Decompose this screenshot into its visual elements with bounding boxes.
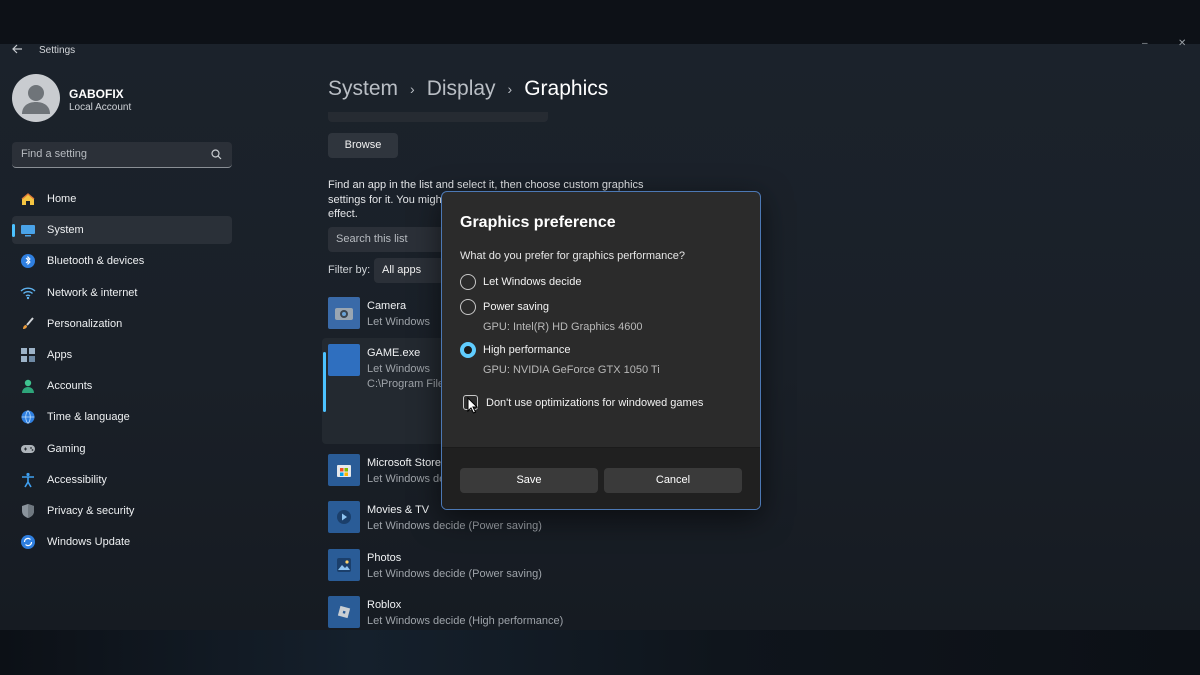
avatar[interactable] bbox=[12, 74, 60, 122]
game-tile-icon bbox=[328, 344, 360, 376]
breadcrumb-separator: › bbox=[507, 81, 513, 97]
cancel-button[interactable]: Cancel bbox=[604, 468, 742, 493]
home-icon bbox=[21, 193, 35, 205]
save-button[interactable]: Save bbox=[460, 468, 598, 493]
sidebar-item-bluetooth[interactable]: Bluetooth & devices bbox=[12, 247, 232, 275]
sidebar-item-system[interactable]: System bbox=[12, 216, 232, 245]
app-title: Settings bbox=[39, 45, 76, 56]
graphics-preference-dialog: Graphics preference What do you prefer f… bbox=[441, 191, 761, 510]
back-arrow-icon bbox=[12, 44, 22, 54]
sidebar-nav: Home System Bluetooth & devices Network … bbox=[12, 185, 232, 559]
back-button[interactable] bbox=[10, 42, 28, 58]
search-placeholder: Find a setting bbox=[21, 148, 88, 160]
app-row-photos[interactable]: Photos Let Windows decide (Power saving) bbox=[328, 549, 728, 589]
page-title: Graphics bbox=[524, 77, 609, 100]
update-icon bbox=[21, 535, 35, 550]
app-tile bbox=[328, 501, 360, 533]
user-silhouette-icon bbox=[22, 85, 50, 114]
movies-icon bbox=[337, 510, 351, 524]
sidebar-item-time-language[interactable]: Time & language bbox=[12, 403, 232, 431]
sidebar-item-accounts[interactable]: Accounts bbox=[12, 372, 232, 400]
sidebar-item-home[interactable]: Home bbox=[12, 185, 232, 213]
breadcrumb-separator: › bbox=[410, 81, 415, 97]
system-icon bbox=[21, 225, 35, 237]
high-performance-gpu: GPU: NVIDIA GeForce GTX 1050 Ti bbox=[483, 364, 660, 376]
search-icon bbox=[211, 149, 222, 160]
sidebar-item-windows-update[interactable]: Windows Update bbox=[12, 528, 232, 556]
bottom-background-band bbox=[0, 630, 1200, 675]
radio-circle bbox=[460, 274, 476, 290]
app-tile bbox=[328, 454, 360, 486]
app-row-roblox[interactable]: Roblox Let Windows decide (High performa… bbox=[328, 596, 728, 630]
radio-high-performance[interactable]: High performance bbox=[460, 342, 760, 358]
roblox-icon bbox=[337, 605, 351, 619]
sidebar-item-personalization[interactable]: Personalization bbox=[12, 310, 232, 338]
store-icon bbox=[337, 465, 351, 477]
radio-circle bbox=[460, 299, 476, 315]
breadcrumb: System › Display › Graphics bbox=[328, 77, 608, 101]
radio-circle-selected bbox=[460, 342, 476, 358]
selected-row-indicator bbox=[323, 352, 326, 412]
shield-icon bbox=[22, 503, 34, 518]
power-saving-gpu: GPU: Intel(R) HD Graphics 4600 bbox=[483, 321, 643, 333]
globe-icon bbox=[21, 410, 35, 425]
breadcrumb-display[interactable]: Display bbox=[427, 77, 496, 101]
sidebar-item-accessibility[interactable]: Accessibility bbox=[12, 466, 232, 494]
app-type-dropdown-partial[interactable] bbox=[328, 112, 548, 122]
sidebar-item-apps[interactable]: Apps bbox=[12, 341, 232, 369]
breadcrumb-system[interactable]: System bbox=[328, 77, 398, 101]
app-tile bbox=[328, 297, 360, 329]
filter-dropdown[interactable]: All apps bbox=[374, 258, 444, 283]
camera-icon bbox=[335, 308, 353, 320]
dialog-footer: Save Cancel bbox=[442, 447, 760, 509]
dialog-question: What do you prefer for graphics performa… bbox=[460, 250, 686, 262]
account-type: Local Account bbox=[69, 102, 132, 113]
person-icon bbox=[22, 379, 34, 394]
bluetooth-icon bbox=[21, 254, 35, 269]
apps-icon bbox=[21, 347, 35, 362]
sidebar-item-gaming[interactable]: Gaming bbox=[12, 435, 232, 463]
close-button[interactable]: ✕ bbox=[1178, 38, 1186, 49]
list-search-input[interactable]: Search this list bbox=[328, 227, 448, 252]
app-tile bbox=[328, 596, 360, 628]
brush-icon bbox=[23, 317, 34, 329]
browse-button[interactable]: Browse bbox=[328, 133, 398, 158]
user-name: GABOFIX bbox=[69, 87, 124, 101]
settings-window: Settings – ✕ GABOFIX Local Account Find … bbox=[0, 38, 1200, 630]
app-tile bbox=[328, 549, 360, 581]
radio-power-saving[interactable]: Power saving bbox=[460, 299, 760, 315]
accessibility-icon bbox=[22, 472, 34, 488]
radio-let-windows-decide[interactable]: Let Windows decide bbox=[460, 274, 760, 290]
top-background-band bbox=[0, 0, 1200, 44]
photos-icon bbox=[337, 558, 351, 572]
find-setting-search[interactable]: Find a setting bbox=[12, 142, 232, 168]
minimize-button[interactable]: – bbox=[1142, 38, 1148, 49]
gamepad-icon bbox=[21, 444, 35, 453]
mouse-cursor-icon bbox=[467, 397, 478, 414]
dialog-title: Graphics preference bbox=[460, 214, 616, 231]
sidebar-item-privacy[interactable]: Privacy & security bbox=[12, 497, 232, 525]
windowed-optimizations-checkbox[interactable]: Don't use optimizations for windowed gam… bbox=[463, 395, 743, 411]
title-bar: Settings – ✕ bbox=[0, 38, 1200, 58]
filter-label: Filter by: bbox=[328, 264, 371, 276]
sidebar-item-network[interactable]: Network & internet bbox=[12, 279, 232, 307]
wifi-icon bbox=[20, 287, 36, 299]
